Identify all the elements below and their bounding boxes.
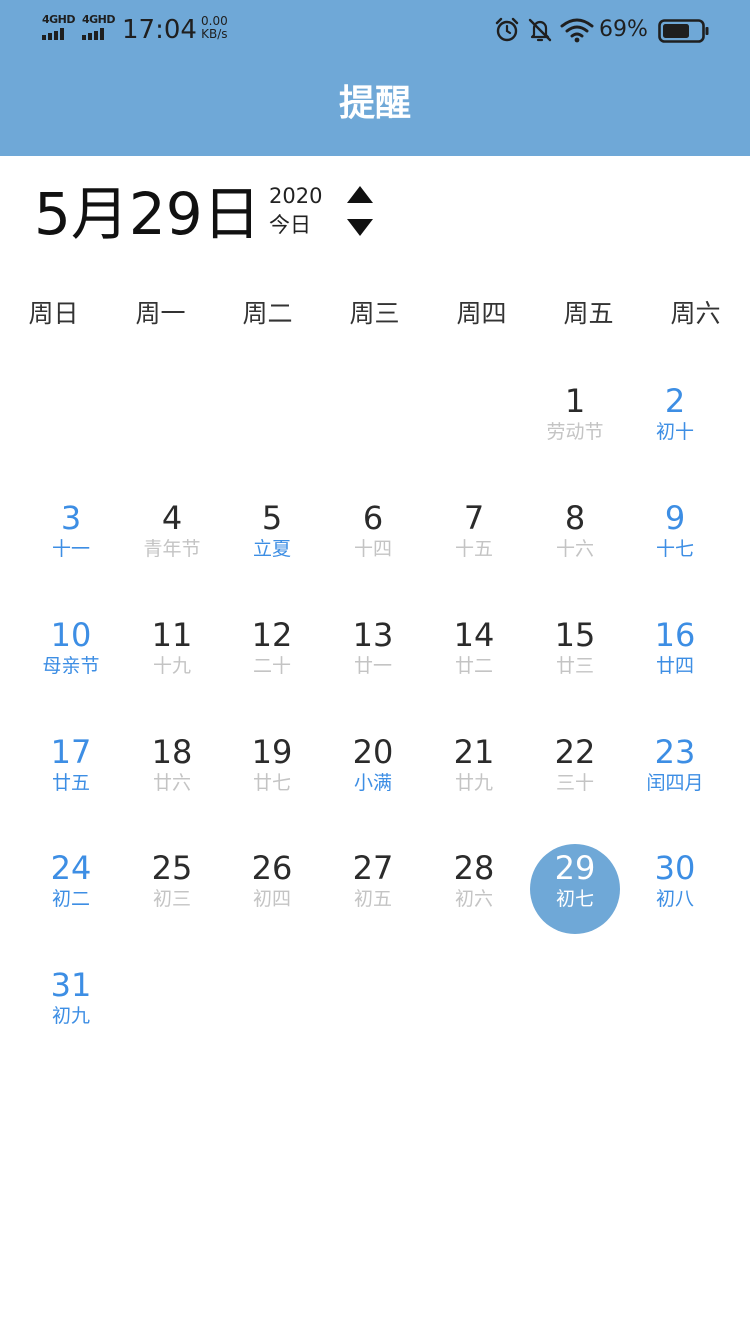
calendar-day-24[interactable]: 24 初二 xyxy=(21,839,121,939)
calendar-day-28[interactable]: 28 初六 xyxy=(424,839,524,939)
day-lunar-label: 十七 xyxy=(655,538,694,560)
day-number: 10 xyxy=(50,616,92,654)
calendar-day-17[interactable]: 17 廿五 xyxy=(21,723,121,823)
day-lunar-label: 初四 xyxy=(252,888,291,910)
day-lunar-label: 十一 xyxy=(51,538,90,560)
day-number: 12 xyxy=(251,616,293,654)
day-lunar-label: 廿四 xyxy=(655,655,694,677)
day-lunar-label: 廿九 xyxy=(454,772,493,794)
day-number: 29 xyxy=(554,849,596,887)
day-lunar-label: 初五 xyxy=(353,888,392,910)
day-lunar-label: 初十 xyxy=(655,421,694,443)
day-lunar-label: 闰四月 xyxy=(646,772,704,794)
day-lunar-label: 初二 xyxy=(51,888,90,910)
day-lunar-label: 劳动节 xyxy=(546,421,604,443)
calendar-day-26[interactable]: 26 初四 xyxy=(222,839,322,939)
calendar-day-5[interactable]: 5 立夏 xyxy=(222,489,322,589)
day-lunar-label: 初七 xyxy=(555,888,594,910)
calendar-day-2[interactable]: 2 初十 xyxy=(625,372,725,472)
calendar-day-3[interactable]: 3 十一 xyxy=(21,489,121,589)
calendar-day-11[interactable]: 11 十九 xyxy=(122,606,222,706)
day-number: 24 xyxy=(50,849,92,887)
calendar-day-7[interactable]: 7 十五 xyxy=(424,489,524,589)
day-number: 15 xyxy=(554,616,596,654)
day-lunar-label: 廿六 xyxy=(152,772,191,794)
day-number: 2 xyxy=(664,382,686,420)
day-number: 6 xyxy=(362,499,384,537)
day-number: 8 xyxy=(564,499,586,537)
day-lunar-label: 十九 xyxy=(152,655,191,677)
calendar-day-6[interactable]: 6 十四 xyxy=(323,489,423,589)
calendar-day-31[interactable]: 31 初九 xyxy=(21,956,121,1056)
calendar-day-29[interactable]: 29 初七 xyxy=(525,839,625,939)
calendar-grid: 1 劳动节 2 初十 3 十一 4 青年节 5 立夏 6 十四 7 十五 8 十六 9 十七 10 母亲节 11 十九 12… xyxy=(0,0,750,1334)
calendar-day-15[interactable]: 15 廿三 xyxy=(525,606,625,706)
day-lunar-label: 小满 xyxy=(353,772,392,794)
day-lunar-label: 廿五 xyxy=(51,772,90,794)
day-number: 11 xyxy=(151,616,193,654)
calendar-day-18[interactable]: 18 廿六 xyxy=(122,723,222,823)
day-number: 25 xyxy=(151,849,193,887)
day-lunar-label: 初九 xyxy=(51,1005,90,1027)
day-number: 30 xyxy=(654,849,696,887)
calendar-day-9[interactable]: 9 十七 xyxy=(625,489,725,589)
day-number: 22 xyxy=(554,733,596,771)
day-lunar-label: 立夏 xyxy=(252,538,291,560)
day-lunar-label: 初三 xyxy=(152,888,191,910)
calendar-day-19[interactable]: 19 廿七 xyxy=(222,723,322,823)
calendar-day-22[interactable]: 22 三十 xyxy=(525,723,625,823)
day-lunar-label: 青年节 xyxy=(143,538,201,560)
calendar-day-23[interactable]: 23 闰四月 xyxy=(625,723,725,823)
day-lunar-label: 廿一 xyxy=(353,655,392,677)
day-number: 13 xyxy=(352,616,394,654)
day-number: 17 xyxy=(50,733,92,771)
day-number: 28 xyxy=(453,849,495,887)
day-lunar-label: 十四 xyxy=(353,538,392,560)
day-number: 19 xyxy=(251,733,293,771)
day-number: 31 xyxy=(50,966,92,1004)
calendar-day-16[interactable]: 16 廿四 xyxy=(625,606,725,706)
day-lunar-label: 廿七 xyxy=(252,772,291,794)
calendar-day-20[interactable]: 20 小满 xyxy=(323,723,423,823)
calendar-day-25[interactable]: 25 初三 xyxy=(122,839,222,939)
day-lunar-label: 廿三 xyxy=(555,655,594,677)
day-number: 18 xyxy=(151,733,193,771)
day-number: 7 xyxy=(463,499,485,537)
calendar-day-12[interactable]: 12 二十 xyxy=(222,606,322,706)
day-number: 16 xyxy=(654,616,696,654)
calendar-day-14[interactable]: 14 廿二 xyxy=(424,606,524,706)
reminder-calendar-screen: 4GHD 4GHD 17:04 0.00 KB/s 69% 提醒 5月29日 2… xyxy=(0,0,750,1334)
calendar-day-13[interactable]: 13 廿一 xyxy=(323,606,423,706)
day-number: 27 xyxy=(352,849,394,887)
day-lunar-label: 二十 xyxy=(252,655,291,677)
day-lunar-label: 十六 xyxy=(555,538,594,560)
day-lunar-label: 初八 xyxy=(655,888,694,910)
calendar-day-1[interactable]: 1 劳动节 xyxy=(525,372,625,472)
calendar-day-8[interactable]: 8 十六 xyxy=(525,489,625,589)
calendar-day-10[interactable]: 10 母亲节 xyxy=(21,606,121,706)
day-number: 5 xyxy=(261,499,283,537)
day-number: 9 xyxy=(664,499,686,537)
day-lunar-label: 廿二 xyxy=(454,655,493,677)
day-number: 23 xyxy=(654,733,696,771)
calendar-day-21[interactable]: 21 廿九 xyxy=(424,723,524,823)
day-lunar-label: 初六 xyxy=(454,888,493,910)
day-number: 3 xyxy=(60,499,82,537)
calendar-day-4[interactable]: 4 青年节 xyxy=(122,489,222,589)
day-lunar-label: 十五 xyxy=(454,538,493,560)
day-number: 4 xyxy=(161,499,183,537)
calendar-day-27[interactable]: 27 初五 xyxy=(323,839,423,939)
day-number: 1 xyxy=(564,382,586,420)
day-lunar-label: 三十 xyxy=(555,772,594,794)
day-number: 20 xyxy=(352,733,394,771)
day-number: 14 xyxy=(453,616,495,654)
day-lunar-label: 母亲节 xyxy=(42,655,100,677)
calendar-day-30[interactable]: 30 初八 xyxy=(625,839,725,939)
day-number: 26 xyxy=(251,849,293,887)
day-number: 21 xyxy=(453,733,495,771)
